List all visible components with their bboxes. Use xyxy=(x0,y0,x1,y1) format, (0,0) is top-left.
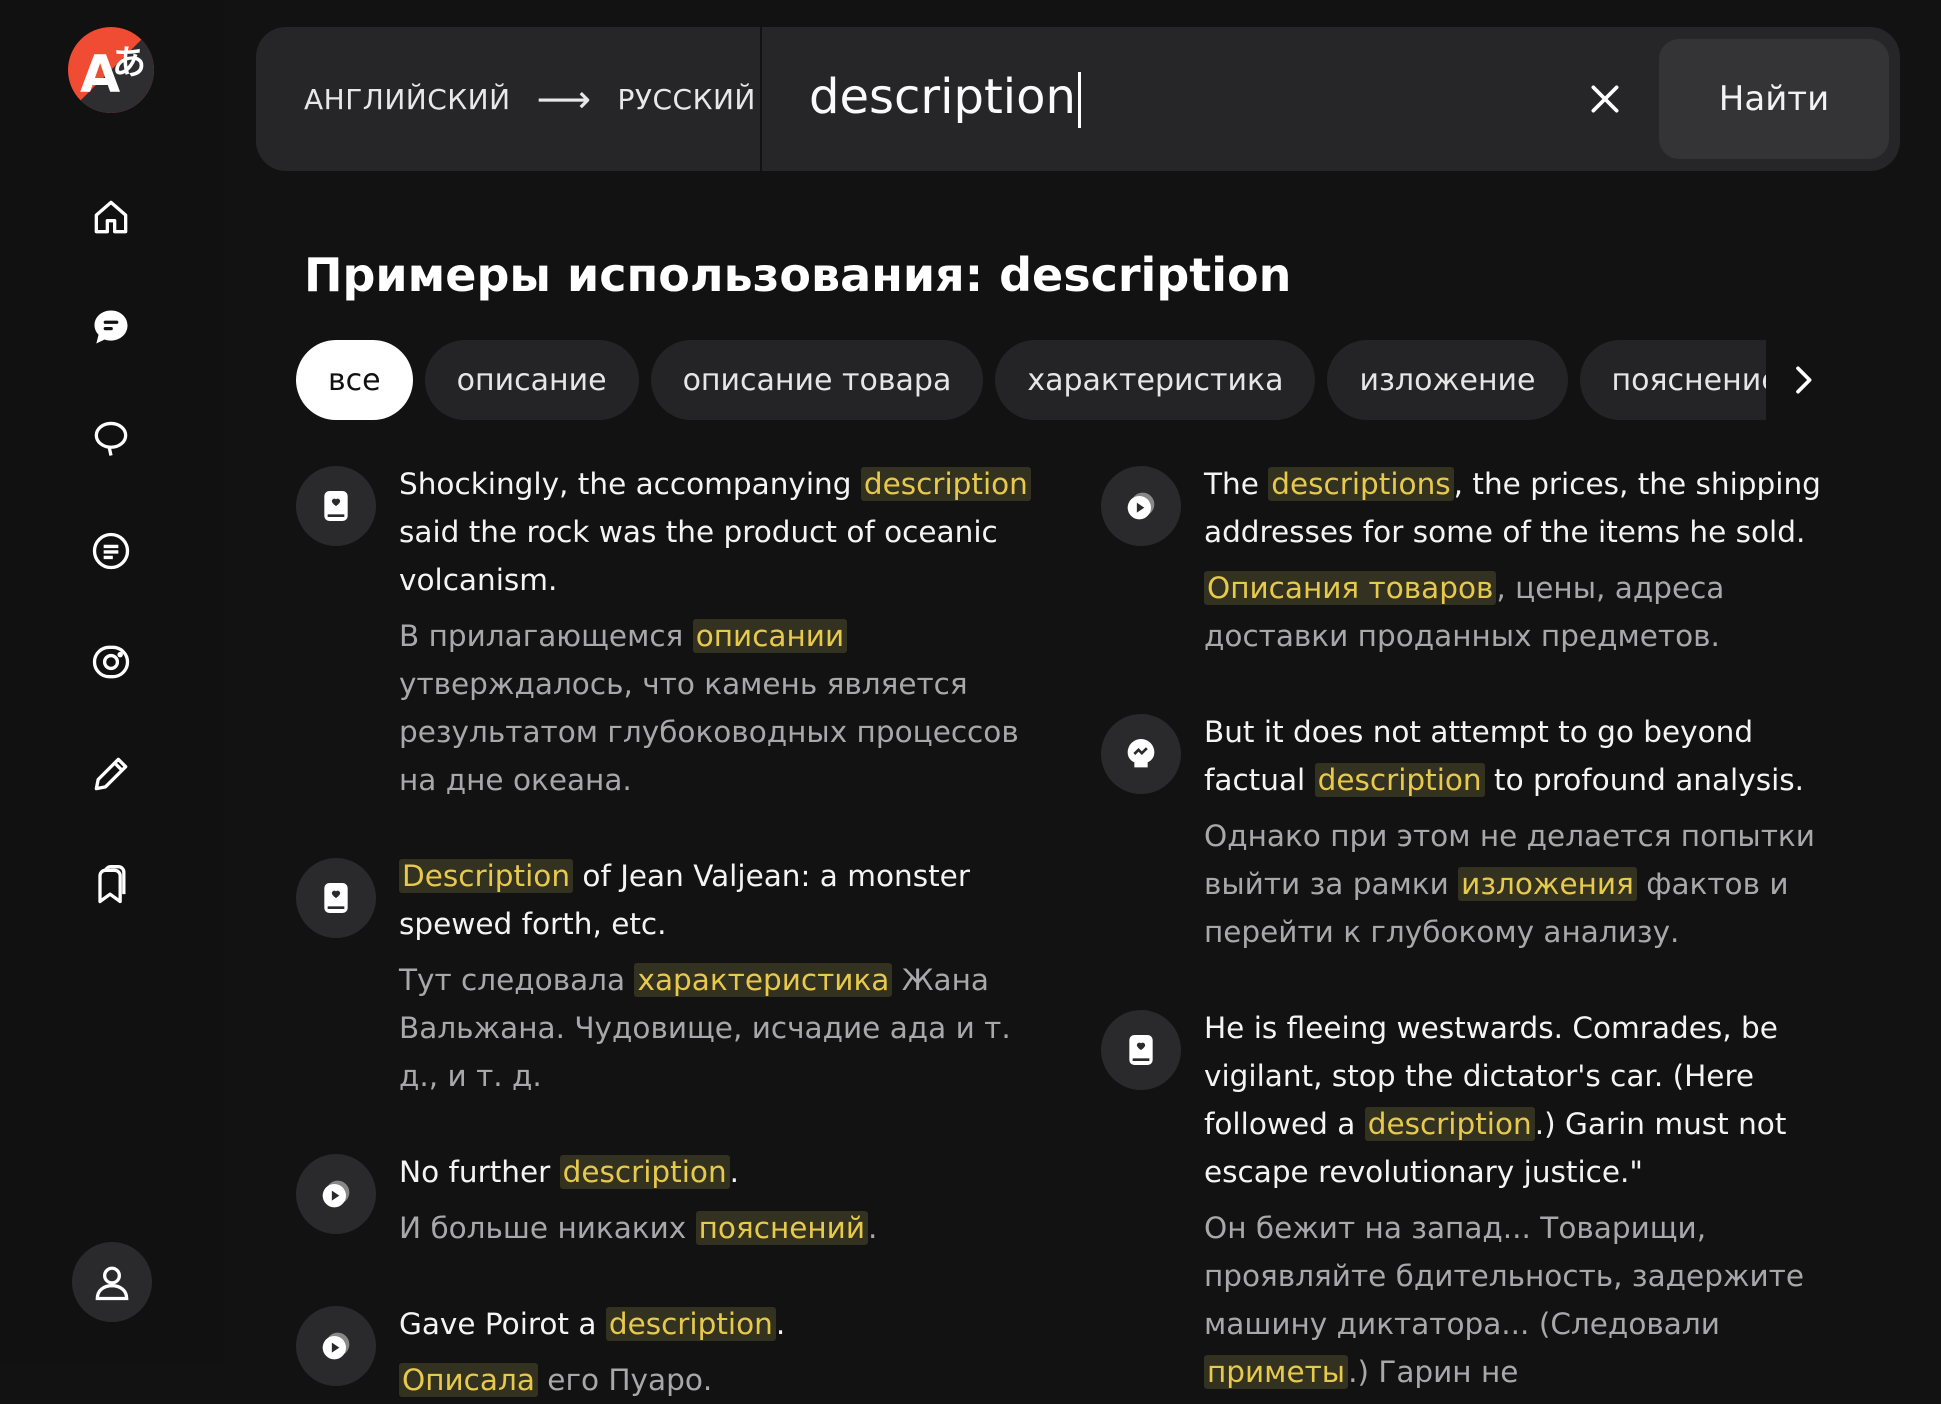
example-source-text: He is fleeing westwards. Comrades, be vi… xyxy=(1204,1004,1861,1196)
home-icon[interactable] xyxy=(86,192,136,242)
example-item[interactable]: The descriptions, the prices, the shippi… xyxy=(1101,460,1861,660)
text-fragment: The xyxy=(1204,467,1269,501)
text-fragment: утверждалось, что камень является резуль… xyxy=(399,667,1019,797)
find-button[interactable]: Найти xyxy=(1659,39,1889,159)
examples-column-right: The descriptions, the prices, the shippi… xyxy=(1101,460,1861,1396)
bookmarks-icon[interactable] xyxy=(86,860,136,910)
highlighted-term: descriptions xyxy=(1268,467,1454,501)
highlighted-term: Description xyxy=(399,859,574,893)
user-icon xyxy=(95,1266,129,1301)
text-fragment: Shockingly, the accompanying xyxy=(399,467,861,501)
ai-chat-icon[interactable] xyxy=(86,414,136,464)
dialog-icon[interactable] xyxy=(86,302,136,352)
search-bar: АНГЛИЙСКИЙ ⟶ РУССКИЙ description Найти xyxy=(256,27,1900,171)
divider xyxy=(760,27,762,171)
page-title: Примеры использования: description xyxy=(304,248,1292,302)
example-translation-text: Описания товаров, цены, адреса доставки … xyxy=(1204,564,1861,660)
video-icon xyxy=(1101,466,1181,546)
example-source-text: Shockingly, the accompanying description… xyxy=(399,460,1056,604)
example-source-text: Description of Jean Valjean: a monster s… xyxy=(399,852,1056,948)
text-fragment: его Пуаро. xyxy=(537,1363,713,1397)
text-fragment: said the rock was the product of oceanic… xyxy=(399,515,998,597)
highlighted-term: description xyxy=(1314,763,1485,797)
text-fragment: Gave Poirot a xyxy=(399,1307,606,1341)
pencil-icon[interactable] xyxy=(86,749,136,799)
text-fragment: В прилагающемся xyxy=(399,619,693,653)
example-item[interactable]: But it does not attempt to go beyond fac… xyxy=(1101,708,1861,956)
highlighted-term: description xyxy=(605,1307,776,1341)
highlighted-term: характеристика xyxy=(634,963,893,997)
profile-avatar[interactable] xyxy=(72,1242,152,1322)
search-query-text: description xyxy=(809,69,1076,125)
text-fragment: .) Гарин не xyxy=(1348,1355,1519,1389)
example-item[interactable]: He is fleeing westwards. Comrades, be vi… xyxy=(1101,1004,1861,1396)
highlighted-term: Описала xyxy=(399,1363,538,1397)
book-icon xyxy=(1101,1010,1181,1090)
example-item[interactable]: Shockingly, the accompanying description… xyxy=(296,460,1056,804)
highlighted-term: пояснений xyxy=(695,1211,869,1245)
filter-chip[interactable]: характеристика xyxy=(995,340,1316,420)
example-item[interactable]: No further description. И больше никаких … xyxy=(296,1148,1056,1252)
highlighted-term: description xyxy=(559,1155,730,1189)
language-switcher[interactable]: АНГЛИЙСКИЙ ⟶ РУССКИЙ xyxy=(256,27,760,171)
translator-logo[interactable]: Aあ xyxy=(68,27,154,113)
filter-chip[interactable]: описание товара xyxy=(650,340,984,420)
filter-chip[interactable]: описание xyxy=(424,340,639,420)
highlighted-term: описании xyxy=(692,619,848,653)
book-icon xyxy=(296,466,376,546)
camera-icon[interactable] xyxy=(86,637,136,687)
target-language[interactable]: РУССКИЙ xyxy=(618,83,756,116)
text-cursor xyxy=(1077,72,1081,128)
example-translation-text: В прилагающемся описании утверждалось, ч… xyxy=(399,612,1056,804)
chevron-right-icon[interactable] xyxy=(1778,350,1828,410)
example-translation-text: Он бежит на запад... Товарищи, проявляйт… xyxy=(1204,1204,1861,1396)
example-translation-text: Описала его Пуаро. xyxy=(399,1356,1056,1404)
example-item[interactable]: Gave Poirot a description. Описала его Пу… xyxy=(296,1300,1056,1404)
source-language[interactable]: АНГЛИЙСКИЙ xyxy=(304,83,511,116)
video-icon xyxy=(296,1306,376,1386)
filter-chip[interactable]: все xyxy=(296,340,413,420)
example-item[interactable]: Description of Jean Valjean: a monster s… xyxy=(296,852,1056,1100)
text-fragment: Он бежит на запад... Товарищи, проявляйт… xyxy=(1204,1211,1805,1341)
filter-chip[interactable]: изложение xyxy=(1327,340,1568,420)
examples-column-left: Shockingly, the accompanying description… xyxy=(296,460,1056,1404)
video-icon xyxy=(296,1154,376,1234)
text-fragment: to profound analysis. xyxy=(1484,763,1805,797)
sidebar: Aあ xyxy=(0,0,225,1365)
text-fragment: Тут следовала xyxy=(399,963,635,997)
example-translation-text: Однако при этом не делается попытки выйт… xyxy=(1204,812,1861,956)
brain-icon xyxy=(1101,714,1181,794)
example-source-text: But it does not attempt to go beyond fac… xyxy=(1204,708,1861,804)
text-fragment: . xyxy=(868,1211,878,1245)
highlighted-term: description xyxy=(1364,1107,1535,1141)
text-fragment: И больше никаких xyxy=(399,1211,696,1245)
book-icon xyxy=(296,858,376,938)
text-fragment: . xyxy=(729,1155,740,1189)
text-icon[interactable] xyxy=(86,526,136,576)
example-source-text: The descriptions, the prices, the shippi… xyxy=(1204,460,1861,556)
example-translation-text: И больше никаких пояснений. xyxy=(399,1204,1056,1252)
search-input[interactable]: description xyxy=(809,65,1081,129)
arrow-right-icon[interactable]: ⟶ xyxy=(537,77,592,121)
text-fragment: . xyxy=(775,1307,786,1341)
highlighted-term: приметы xyxy=(1204,1355,1349,1389)
example-translation-text: Тут следовала характеристика Жана Вальжа… xyxy=(399,956,1056,1100)
highlighted-term: description xyxy=(860,467,1031,501)
close-icon[interactable] xyxy=(1585,79,1625,119)
text-fragment: No further xyxy=(399,1155,560,1189)
example-source-text: No further description. xyxy=(399,1148,1056,1196)
meaning-filter-chips: все описание описание товара характеристика… xyxy=(296,340,1766,422)
highlighted-term: Описания товаров xyxy=(1204,571,1497,605)
filter-chip[interactable]: пояснение xyxy=(1579,340,1766,420)
highlighted-term: изложения xyxy=(1458,867,1637,901)
example-source-text: Gave Poirot a description. xyxy=(399,1300,1056,1348)
